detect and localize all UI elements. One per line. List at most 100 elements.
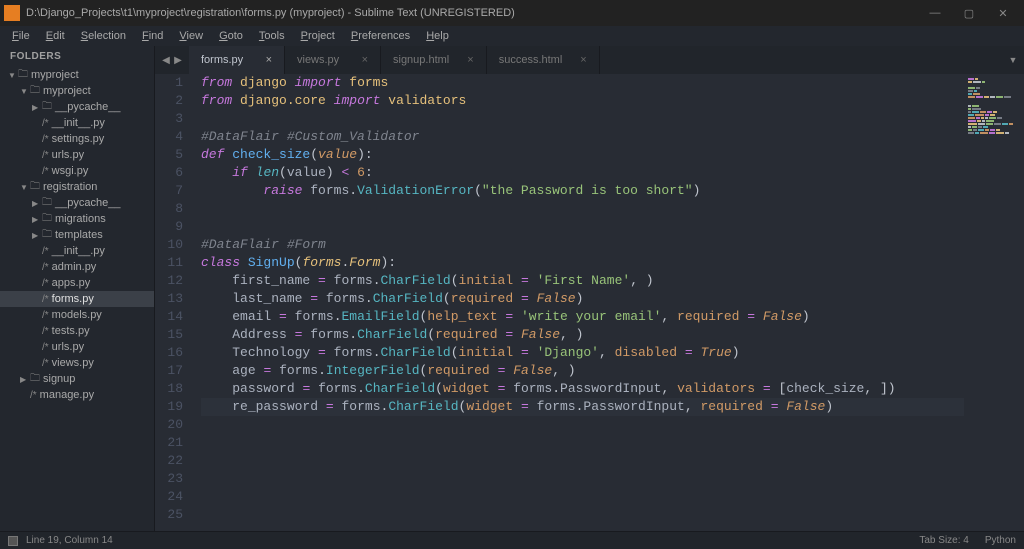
chevron-down-icon: ▼ — [8, 71, 18, 80]
file-icon: /* — [42, 118, 49, 129]
close-button[interactable]: ✕ — [986, 2, 1020, 24]
file-urls-py[interactable]: /*urls.py — [0, 339, 154, 355]
tab-views-py[interactable]: views.py× — [285, 46, 381, 74]
maximize-button[interactable]: ▢ — [952, 2, 986, 24]
tab-prev-icon[interactable]: ◀ — [161, 55, 171, 66]
minimap[interactable] — [964, 74, 1024, 531]
file-forms-py[interactable]: /*forms.py — [0, 291, 154, 307]
tree-item-label: settings.py — [52, 133, 105, 145]
code-line[interactable]: email = forms.EmailField(help_text = 'wr… — [201, 308, 1024, 326]
menu-goto[interactable]: Goto — [211, 28, 251, 44]
line-number: 18 — [155, 380, 183, 398]
line-number: 25 — [155, 506, 183, 524]
line-number: 23 — [155, 470, 183, 488]
folder-__pycache__[interactable]: ▶🗀__pycache__ — [0, 195, 154, 211]
file-__init__-py[interactable]: /*__init__.py — [0, 115, 154, 131]
code-line[interactable]: if len(value) < 6: — [201, 164, 1024, 182]
folder-icon: 🗀 — [42, 195, 52, 212]
file-tests-py[interactable]: /*tests.py — [0, 323, 154, 339]
folder-myproject[interactable]: ▼🗀myproject — [0, 67, 154, 83]
code-line[interactable]: #DataFlair #Custom_Validator — [201, 128, 1024, 146]
folder-templates[interactable]: ▶🗀templates — [0, 227, 154, 243]
file-icon: /* — [30, 390, 37, 401]
folder-registration[interactable]: ▼🗀registration — [0, 179, 154, 195]
code-line[interactable] — [201, 470, 1024, 488]
status-panel-icon[interactable] — [8, 536, 18, 546]
tree-item-label: signup — [43, 373, 75, 385]
tab-bar: forms.py×views.py×signup.html×success.ht… — [189, 46, 1002, 74]
code-line[interactable] — [201, 452, 1024, 470]
tab-success-html[interactable]: success.html× — [487, 46, 600, 74]
minimize-button[interactable]: — — [918, 2, 952, 24]
line-number: 11 — [155, 254, 183, 272]
code-line[interactable]: class SignUp(forms.Form): — [201, 254, 1024, 272]
app-icon — [4, 5, 20, 21]
line-number: 13 — [155, 290, 183, 308]
file-apps-py[interactable]: /*apps.py — [0, 275, 154, 291]
tree-item-label: migrations — [55, 213, 106, 225]
menu-preferences[interactable]: Preferences — [343, 28, 418, 44]
code-line[interactable] — [201, 506, 1024, 524]
close-icon[interactable]: × — [362, 54, 368, 66]
chevron-right-icon: ▶ — [32, 199, 42, 208]
file-urls-py[interactable]: /*urls.py — [0, 147, 154, 163]
file-manage-py[interactable]: /*manage.py — [0, 387, 154, 403]
file-views-py[interactable]: /*views.py — [0, 355, 154, 371]
code-line[interactable]: Technology = forms.CharField(initial = '… — [201, 344, 1024, 362]
code-line[interactable] — [201, 434, 1024, 452]
code-line[interactable]: first_name = forms.CharField(initial = '… — [201, 272, 1024, 290]
file-wsgi-py[interactable]: /*wsgi.py — [0, 163, 154, 179]
code-line[interactable]: last_name = forms.CharField(required = F… — [201, 290, 1024, 308]
tab-next-icon[interactable]: ▶ — [173, 55, 183, 66]
file-settings-py[interactable]: /*settings.py — [0, 131, 154, 147]
menu-view[interactable]: View — [171, 28, 211, 44]
code-line[interactable]: age = forms.IntegerField(required = Fals… — [201, 362, 1024, 380]
titlebar: D:\Django_Projects\t1\myproject\registra… — [0, 0, 1024, 26]
code-line[interactable] — [201, 110, 1024, 128]
code-line[interactable] — [201, 488, 1024, 506]
code-editor[interactable]: from django import formsfrom django.core… — [195, 74, 1024, 531]
cursor-position[interactable]: Line 19, Column 14 — [26, 535, 113, 546]
sidebar-header: FOLDERS — [0, 46, 154, 67]
language-indicator[interactable]: Python — [985, 535, 1016, 546]
close-icon[interactable]: × — [580, 54, 586, 66]
code-line[interactable]: from django.core import validators — [201, 92, 1024, 110]
code-line[interactable] — [201, 200, 1024, 218]
menu-edit[interactable]: Edit — [38, 28, 73, 44]
code-line[interactable]: #DataFlair #Form — [201, 236, 1024, 254]
menu-find[interactable]: Find — [134, 28, 171, 44]
file-admin-py[interactable]: /*admin.py — [0, 259, 154, 275]
close-icon[interactable]: × — [266, 54, 272, 66]
chevron-right-icon: ▶ — [20, 375, 30, 384]
code-line[interactable]: def check_size(value): — [201, 146, 1024, 164]
menu-selection[interactable]: Selection — [73, 28, 134, 44]
file-icon: /* — [42, 326, 49, 337]
code-line[interactable]: password = forms.CharField(widget = form… — [201, 380, 1024, 398]
code-line[interactable] — [201, 218, 1024, 236]
close-icon[interactable]: × — [467, 54, 473, 66]
folder-myproject[interactable]: ▼🗀myproject — [0, 83, 154, 99]
folder-migrations[interactable]: ▶🗀migrations — [0, 211, 154, 227]
menu-file[interactable]: File — [4, 28, 38, 44]
menu-help[interactable]: Help — [418, 28, 457, 44]
tab-forms-py[interactable]: forms.py× — [189, 46, 285, 74]
code-line[interactable] — [201, 416, 1024, 434]
code-line[interactable]: Address = forms.CharField(required = Fal… — [201, 326, 1024, 344]
menu-project[interactable]: Project — [293, 28, 343, 44]
folder-icon: 🗀 — [18, 67, 28, 84]
line-number: 9 — [155, 218, 183, 236]
tab-menu-icon[interactable]: ▼ — [1002, 55, 1024, 65]
tree-item-label: urls.py — [52, 149, 84, 161]
file-models-py[interactable]: /*models.py — [0, 307, 154, 323]
tab-size-indicator[interactable]: Tab Size: 4 — [919, 535, 968, 546]
menu-tools[interactable]: Tools — [251, 28, 293, 44]
code-line[interactable]: re_password = forms.CharField(widget = f… — [201, 398, 1024, 416]
code-line[interactable]: raise forms.ValidationError("the Passwor… — [201, 182, 1024, 200]
folder-signup[interactable]: ▶🗀signup — [0, 371, 154, 387]
file-__init__-py[interactable]: /*__init__.py — [0, 243, 154, 259]
line-number: 2 — [155, 92, 183, 110]
tree-item-label: myproject — [31, 69, 79, 81]
code-line[interactable]: from django import forms — [201, 74, 1024, 92]
folder-__pycache__[interactable]: ▶🗀__pycache__ — [0, 99, 154, 115]
tab-signup-html[interactable]: signup.html× — [381, 46, 487, 74]
